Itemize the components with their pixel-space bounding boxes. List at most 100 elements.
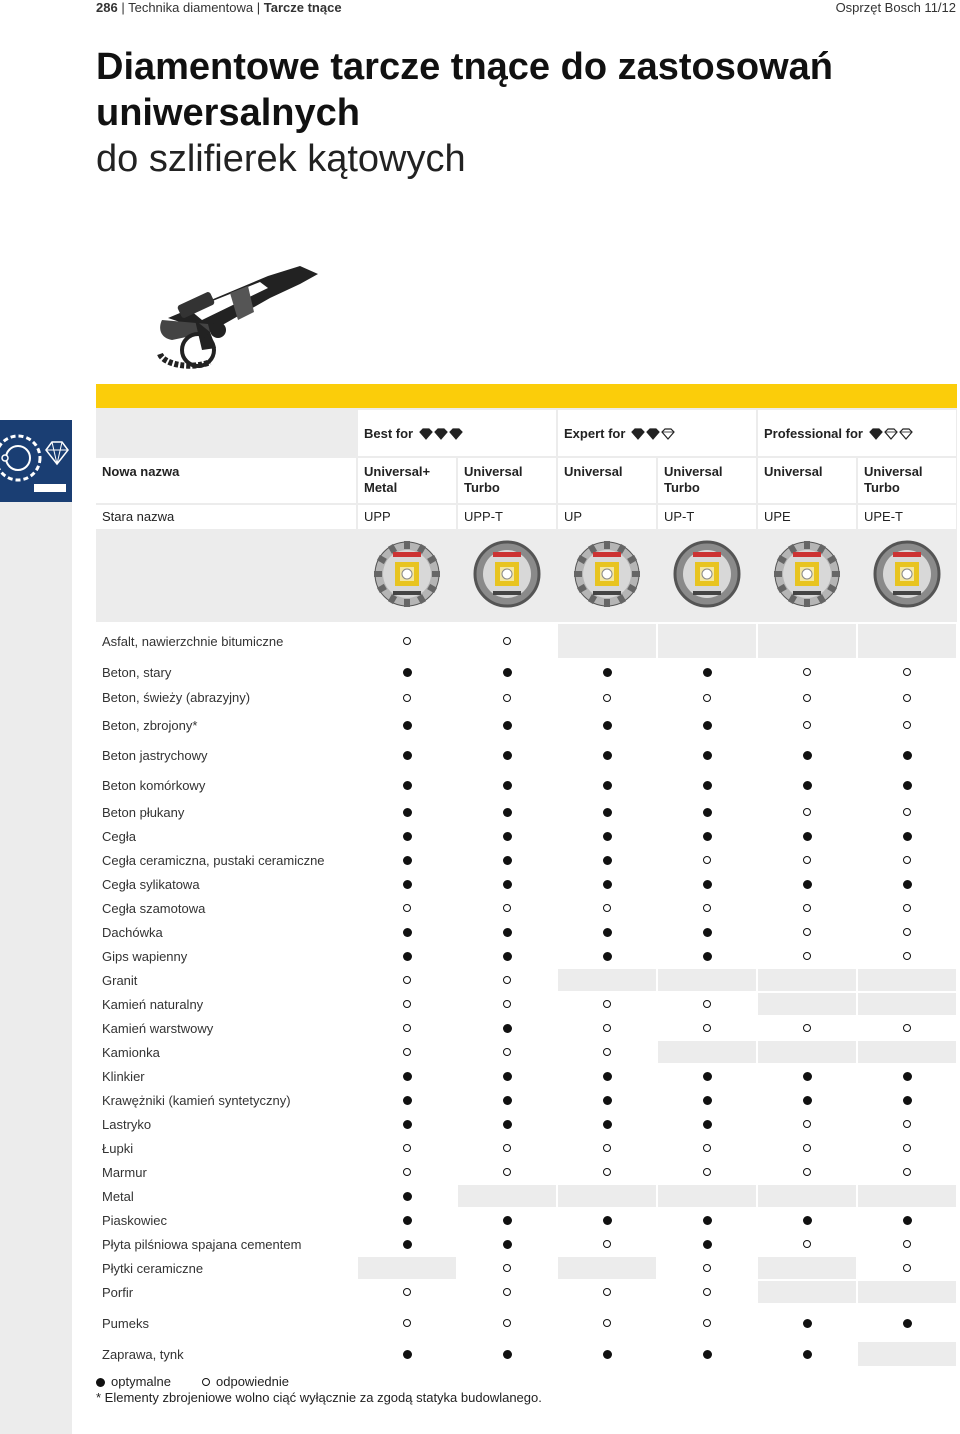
rating-cell — [758, 801, 856, 823]
filled-dot-icon — [802, 1071, 812, 1081]
rating-cell — [558, 1161, 656, 1183]
filled-dot-icon — [602, 831, 612, 841]
rating-cell — [858, 1089, 956, 1111]
material-name: Beton, zbrojony* — [96, 711, 358, 739]
rating-cell — [858, 1209, 956, 1231]
material-name: Dachówka — [96, 921, 358, 943]
open-dot-icon — [803, 693, 811, 702]
product-old-name: UPP — [364, 509, 391, 524]
open-dot-icon — [903, 808, 911, 816]
rating-cell — [558, 1281, 656, 1303]
filled-dot-icon — [502, 780, 512, 790]
open-dot-icon — [403, 1000, 411, 1008]
rating-cell — [558, 1342, 656, 1366]
rating-cell — [658, 993, 756, 1015]
material-name: Metal — [96, 1185, 358, 1207]
material-name: Piaskowiec — [96, 1209, 358, 1231]
product-old-name: UPE — [764, 509, 791, 524]
table-row: Kamień warstwowy — [96, 1017, 957, 1039]
material-name: Lastryko — [96, 1113, 358, 1135]
rating-cell — [558, 873, 656, 895]
table-row: Cegła szamotowa — [96, 897, 957, 919]
table-row: Płyta pilśniowa spajana cementem — [96, 1233, 957, 1255]
open-dot-icon — [803, 928, 811, 936]
rating-cell — [558, 849, 656, 871]
rating-cell — [558, 1137, 656, 1159]
open-dot-icon — [903, 721, 911, 729]
filled-dot-icon — [602, 1215, 612, 1225]
breadcrumb-section: Technika diamentowa — [128, 0, 254, 15]
filled-dot-icon — [602, 1071, 612, 1081]
product-new-name-line2: Turbo — [864, 480, 900, 495]
open-dot-icon — [803, 668, 811, 676]
rating-cell — [558, 741, 656, 769]
filled-dot-icon — [502, 750, 512, 760]
rating-cell — [458, 849, 556, 871]
open-dot-icon — [903, 904, 911, 912]
table-row: Beton, stary — [96, 660, 957, 684]
rating-cell — [758, 921, 856, 943]
rating-cell — [758, 1065, 856, 1087]
title-line-1: Diamentowe tarcze tnące do zastosowań — [96, 46, 833, 88]
new-name-label: Nowa nazwa — [102, 464, 180, 479]
filled-dot-icon — [402, 1095, 412, 1105]
filled-dot-icon — [802, 780, 812, 790]
rating-cell — [458, 825, 556, 847]
rating-cell — [658, 1137, 756, 1159]
product-new-name-line1: Universal+ — [364, 464, 431, 479]
product-new-name: Universal Turbo — [464, 464, 554, 496]
rating-cell — [658, 1065, 756, 1087]
filled-dot-icon — [602, 951, 612, 961]
rating-cell — [358, 1065, 456, 1087]
table-row: Dachówka — [96, 921, 957, 943]
rating-cell — [858, 1017, 956, 1039]
open-dot-icon — [903, 1264, 911, 1272]
table-row: Porfir — [96, 1281, 957, 1303]
material-name: Płytki ceramiczne — [96, 1257, 358, 1279]
open-dot-icon — [703, 1264, 711, 1272]
diamond-disc-image — [673, 540, 741, 608]
angle-grinder-illustration — [157, 266, 318, 369]
rating-cell — [358, 921, 456, 943]
filled-dot-icon — [502, 1023, 512, 1033]
open-dot-icon — [403, 1048, 411, 1056]
open-dot-icon — [803, 721, 811, 729]
rating-cell — [458, 1065, 556, 1087]
rating-cell — [458, 945, 556, 967]
table-row: Beton płukany — [96, 801, 957, 823]
rating-cell — [658, 1089, 756, 1111]
rating-cell — [558, 1307, 656, 1339]
rating-cell — [358, 1089, 456, 1111]
open-dot-icon — [603, 1240, 611, 1248]
filled-dot-icon — [902, 1071, 912, 1081]
rating-cell — [358, 897, 456, 919]
rating-cell — [458, 801, 556, 823]
filled-dot-icon — [502, 1239, 512, 1249]
filled-dot-icon — [702, 1071, 712, 1081]
material-name: Kamionka — [96, 1041, 358, 1063]
filled-dot-icon — [402, 750, 412, 760]
rating-cell — [758, 897, 856, 919]
rating-cell — [458, 993, 556, 1015]
rating-cell — [558, 1065, 656, 1087]
open-dot-icon — [403, 693, 411, 702]
rating-cell — [758, 771, 856, 799]
rating-cell — [358, 1113, 456, 1135]
filled-dot-icon — [702, 927, 712, 937]
table-row: Płytki ceramiczne — [96, 1257, 957, 1279]
material-name: Beton płukany — [96, 801, 358, 823]
rating-cell — [458, 771, 556, 799]
filled-dot-icon — [802, 1318, 812, 1328]
diamond-disc-image — [873, 540, 941, 608]
filled-dot-icon — [902, 879, 912, 889]
open-dot-icon — [703, 1319, 711, 1327]
material-name: Pumeks — [96, 1307, 358, 1339]
rating-cell — [458, 1113, 556, 1135]
material-name: Beton, stary — [96, 660, 358, 684]
rating-cell — [358, 1257, 456, 1279]
table-row: Kamień naturalny — [96, 993, 957, 1015]
material-name: Granit — [96, 969, 358, 991]
page-header: 286 | Technika diamentowa | Tarcze tnące… — [0, 0, 960, 16]
product-new-name-line1: Universal — [464, 464, 523, 479]
table-row: Cegła — [96, 825, 957, 847]
